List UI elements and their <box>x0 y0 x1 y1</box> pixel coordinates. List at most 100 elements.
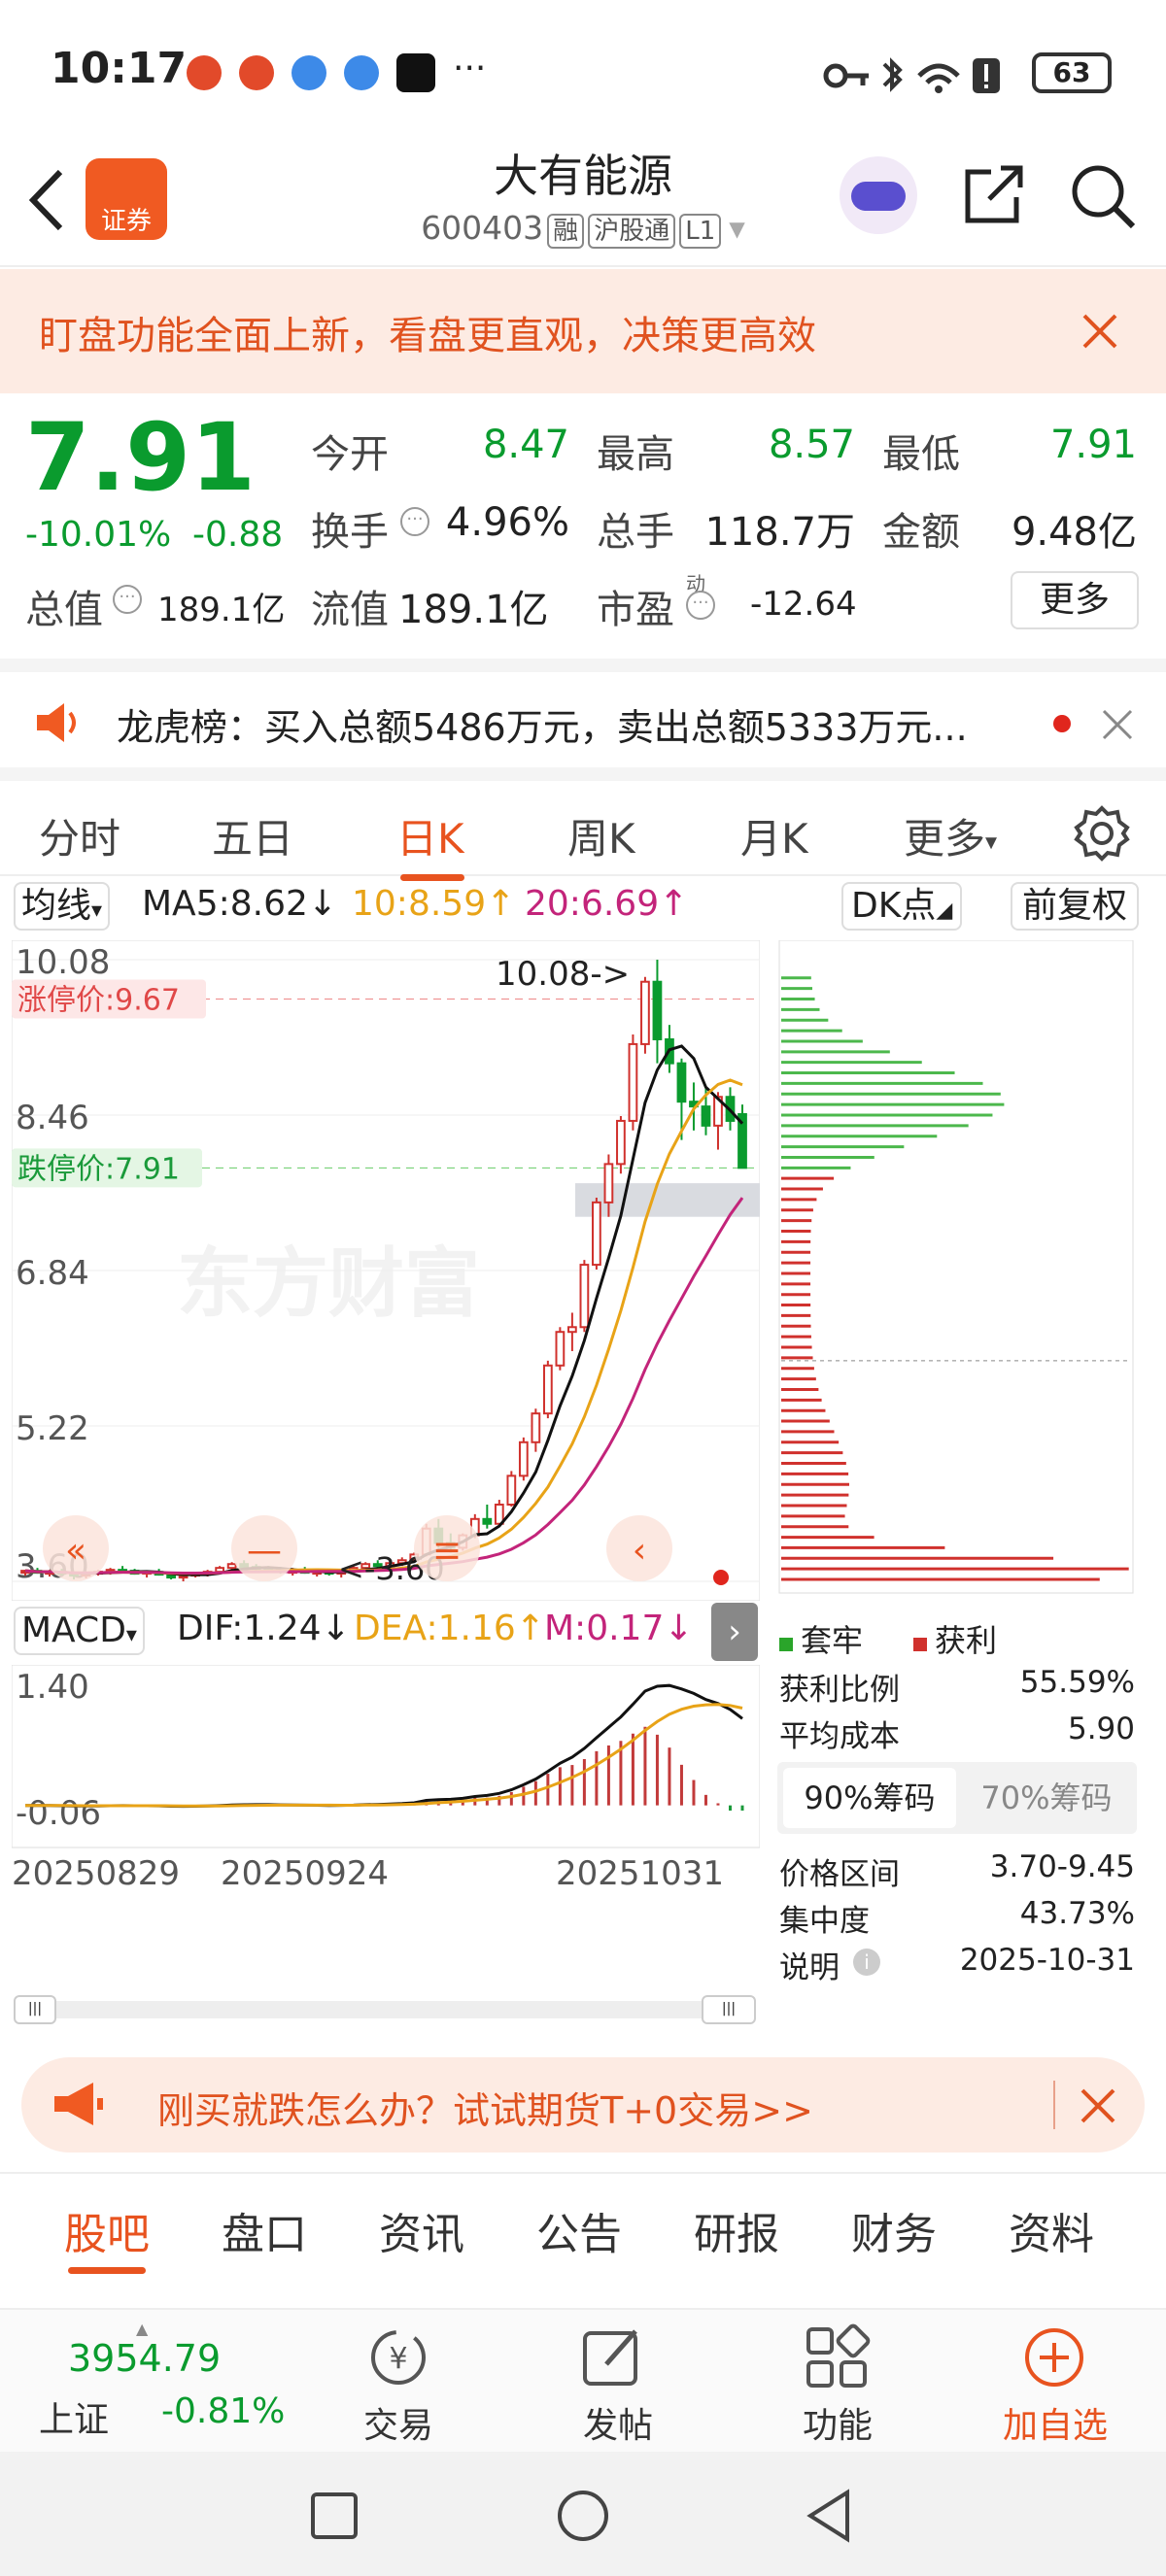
tab-weekly-k[interactable]: 周K <box>567 806 635 865</box>
search-icon[interactable] <box>1069 162 1137 230</box>
close-icon[interactable] <box>1102 709 1133 740</box>
amount-value: 9.48亿 <box>1011 510 1137 555</box>
share-icon[interactable] <box>962 162 1026 226</box>
macd-selector[interactable]: MACD▾ <box>14 1607 145 1655</box>
info-icon[interactable]: ··· <box>686 591 715 620</box>
candle <box>542 1360 553 1419</box>
concentration-label: 集中度 <box>779 1904 870 1939</box>
connect-tag: 沪股通 <box>588 214 676 249</box>
low-value: 7.91 <box>1049 423 1137 467</box>
close-icon[interactable] <box>1080 2088 1115 2123</box>
functions-label[interactable]: 功能 <box>760 2397 915 2448</box>
add-watchlist-label[interactable]: 加自选 <box>977 2397 1133 2448</box>
open-value: 8.47 <box>482 423 569 467</box>
app-notification-icon <box>239 55 274 90</box>
concentration-value: 43.73% <box>1019 1896 1135 1931</box>
tab-more[interactable]: 更多▾ <box>904 806 997 865</box>
caret-up-icon: ▲ <box>136 2320 149 2338</box>
candle <box>616 1115 626 1174</box>
scroll-right-handle[interactable]: ||| <box>702 1995 756 2024</box>
chip-distribution-chart <box>778 940 1134 1594</box>
megaphone-icon <box>54 2083 103 2125</box>
index-name[interactable]: 上证 <box>39 2391 109 2442</box>
ma10-value: 10:8.59↑ <box>352 884 516 924</box>
recent-apps-icon[interactable] <box>309 2491 360 2541</box>
candle <box>640 976 650 1054</box>
candle <box>518 1437 529 1481</box>
tab-chip-90[interactable]: 90%筹码 <box>783 1768 956 1828</box>
latest-dot <box>713 1570 729 1585</box>
info-icon[interactable]: ··· <box>113 585 142 614</box>
app-notification-icon <box>187 55 222 90</box>
legend-trapped: 套牢 <box>779 1616 863 1661</box>
tab-announcements[interactable]: 公告 <box>536 2199 622 2261</box>
margin-tag: 融 <box>547 214 585 249</box>
info-icon[interactable]: i <box>853 1949 880 1976</box>
tab-five-day[interactable]: 五日 <box>212 806 293 865</box>
limit-down-label: 跌停价:7.91 <box>17 1152 180 1186</box>
settings-gear-icon[interactable] <box>1073 804 1131 863</box>
home-icon[interactable] <box>556 2489 610 2543</box>
divider <box>1053 2081 1055 2129</box>
more-notifications-icon: ··· <box>453 49 487 88</box>
close-icon[interactable] <box>1082 314 1117 349</box>
tab-research[interactable]: 研报 <box>694 2199 779 2261</box>
functions-grid-icon[interactable] <box>803 2323 871 2391</box>
macd-label: MACD <box>21 1610 126 1650</box>
promo-banner[interactable]: 盯盘功能全面上新，看盘更直观，决策更高效 <box>0 269 1166 393</box>
dif-value: DIF:1.24↓ <box>177 1609 351 1648</box>
ma-label: 均线 <box>21 886 92 926</box>
tab-finance[interactable]: 财务 <box>851 2199 937 2261</box>
trade-icon[interactable]: ¥ <box>360 2323 437 2391</box>
volume-value: 118.7万 <box>704 510 855 555</box>
caret-down-icon: ◢ <box>936 898 953 923</box>
float-label: 流值 <box>311 588 389 632</box>
note-label: 说明 <box>779 1950 840 1985</box>
tab-handicap[interactable]: 盘口 <box>222 2199 307 2261</box>
index-change: -0.81% <box>161 2391 286 2431</box>
profit-ratio-value: 55.59% <box>1019 1665 1135 1700</box>
back-icon[interactable] <box>805 2489 853 2543</box>
scroll-left-handle[interactable]: ||| <box>14 1995 56 2024</box>
price-range-value: 3.70-9.45 <box>989 1849 1135 1884</box>
tab-news[interactable]: 资讯 <box>379 2199 464 2261</box>
last-price: 7.91 <box>25 403 256 512</box>
tab-monthly-k[interactable]: 月K <box>740 806 808 865</box>
clock: 10:17 <box>51 44 188 93</box>
price-range-label: 价格区间 <box>779 1857 900 1892</box>
macd-chart[interactable]: 1.40 -0.06 20250829 20250924 20251031 <box>12 1665 760 1898</box>
ai-assistant-icon[interactable] <box>840 156 917 234</box>
dk-point-button[interactable]: DK点◢ <box>841 882 963 931</box>
kline-chart[interactable]: 东方财富10.088.466.845.223.60涨停价:9.67跌停价:7.9… <box>12 940 760 1601</box>
tab-profile[interactable]: 资料 <box>1009 2199 1094 2261</box>
pe-label: 市盈 <box>597 588 674 632</box>
tab-guba[interactable]: 股吧 <box>64 2199 150 2261</box>
chevron-down-icon: ▾ <box>729 209 745 247</box>
ma20-value: 20:6.69↑ <box>525 884 689 924</box>
expand-arrow-icon[interactable]: › <box>711 1603 758 1661</box>
futures-ad[interactable]: 刚买就跌怎么办？试试期货T+0交易>> <box>21 2057 1145 2152</box>
ma-selector[interactable]: 均线▾ <box>14 882 111 931</box>
tiktok-icon <box>396 53 435 92</box>
change-amount: -0.88 <box>192 515 284 555</box>
adjust-button[interactable]: 前复权 <box>1011 882 1140 931</box>
info-icon[interactable]: ··· <box>400 507 429 536</box>
trade-label[interactable]: 交易 <box>321 2397 476 2448</box>
tab-daily-k[interactable]: 日K <box>396 806 464 865</box>
post-edit-icon[interactable] <box>579 2323 647 2391</box>
add-watchlist-icon[interactable] <box>1020 2323 1088 2391</box>
chart-scrollbar[interactable]: ||| ||| <box>14 1995 756 2024</box>
legend-profit: 获利 <box>913 1616 997 1661</box>
profit-ratio-label: 获利比例 <box>779 1673 900 1708</box>
tab-timeshare[interactable]: 分时 <box>39 806 120 865</box>
period-tabs: 分时 五日 日K 周K 月K 更多▾ <box>0 767 1166 881</box>
more-button[interactable]: 更多 <box>1011 571 1139 629</box>
candle <box>628 1034 638 1131</box>
control-glyph: ‹ <box>633 1531 646 1571</box>
post-label[interactable]: 发帖 <box>540 2397 696 2448</box>
index-value[interactable]: 3954.79 <box>68 2337 221 2380</box>
dragon-tiger-notice[interactable]: 龙虎榜：买入总额5486万元，卖出总额5333万元... <box>0 659 1166 767</box>
tab-chip-70[interactable]: 70%筹码 <box>962 1768 1131 1828</box>
active-tab-indicator <box>68 2267 146 2274</box>
mktcap-value: 189.1亿 <box>157 591 286 629</box>
